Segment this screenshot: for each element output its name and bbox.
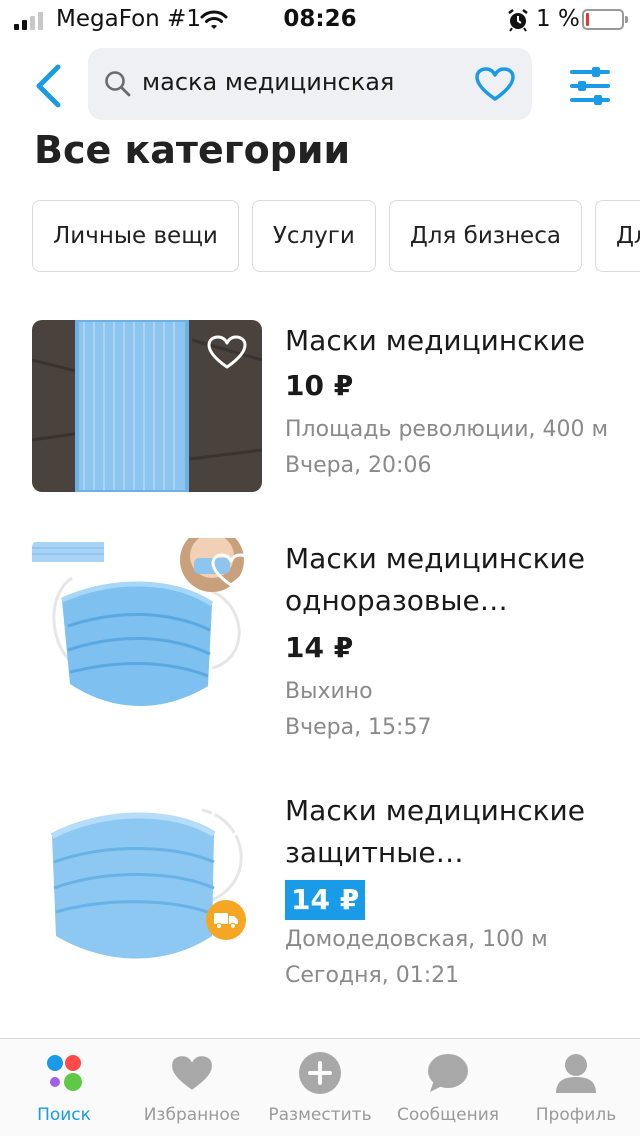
category-chip-services[interactable]: Услуги	[251, 200, 376, 272]
tab-bar: Поиск Избранное Разместить Сообщения Про…	[0, 1038, 640, 1136]
listing-title[interactable]: Маски медицинские защитные трехслойные	[285, 790, 615, 874]
tab-label: Избранное	[143, 1105, 241, 1125]
battery-percentage: 1 %	[536, 6, 580, 32]
tab-label: Поиск	[37, 1105, 91, 1125]
favorite-heart-icon[interactable]	[210, 552, 252, 588]
listing-location: Выхино	[285, 679, 373, 704]
favorite-heart-icon[interactable]	[210, 804, 252, 840]
page-title: Все категории	[34, 128, 351, 172]
chat-bubble-icon	[384, 1051, 512, 1095]
tab-label: Профиль	[535, 1105, 617, 1125]
listing-photo[interactable]	[32, 320, 262, 492]
listing-photo[interactable]	[32, 790, 262, 966]
listing-price: 10 ₽	[285, 369, 354, 402]
tab-label: Разместить	[268, 1105, 372, 1125]
listing-time: Сегодня, 01:21	[285, 963, 460, 988]
filter-sliders-icon	[570, 67, 610, 105]
listing-location: Площадь революции, 400 м	[285, 417, 609, 442]
battery-icon	[582, 9, 628, 30]
save-search-heart-icon[interactable]	[474, 66, 516, 102]
tab-favorites[interactable]: Избранное	[128, 1051, 256, 1125]
tab-search[interactable]: Поиск	[0, 1051, 128, 1125]
person-icon	[512, 1051, 640, 1095]
listing-info: Маски медицинские 10 ₽ Площадь революции…	[285, 320, 615, 484]
listing-price-highlighted: 14 ₽	[285, 880, 366, 920]
tab-label: Сообщения	[396, 1105, 500, 1125]
category-chips: Личные вещиУслугиДля бизнеса Для дома и д…	[32, 200, 640, 272]
listing-time: Вчера, 15:57	[285, 715, 432, 740]
listing-item[interactable]: Маски медицинские одноразовые фабричные …	[32, 538, 640, 740]
status-bar: MegaFon #1 08:26 1 %	[0, 0, 640, 40]
tab-messages[interactable]: Сообщения	[384, 1051, 512, 1125]
listing-location: Домодедовская, 100 м	[285, 927, 548, 952]
listing-item[interactable]: Маски медицинские 10 ₽ Площадь революции…	[32, 320, 640, 492]
tab-profile[interactable]: Профиль	[512, 1051, 640, 1125]
search-input[interactable]: маска медицинская	[88, 48, 532, 120]
category-chip-home[interactable]: Для дома и дачи	[594, 200, 640, 272]
listing-info: Маски медицинские защитные трехслойные 1…	[285, 790, 615, 994]
delivery-truck-icon	[206, 900, 246, 940]
category-chip-personal[interactable]: Личные вещи	[32, 200, 239, 272]
heart-icon	[128, 1051, 256, 1095]
listing-time: Вчера, 20:06	[285, 453, 432, 478]
search-dots-icon	[0, 1051, 128, 1095]
filter-button[interactable]	[566, 64, 614, 108]
tab-post[interactable]: Разместить	[256, 1051, 384, 1125]
listing-item[interactable]: Маски медицинские защитные трехслойные 1…	[32, 790, 640, 990]
listing-title[interactable]: Маски медицинские	[285, 320, 615, 362]
category-chip-business[interactable]: Для бизнеса	[388, 200, 582, 272]
search-icon	[105, 71, 131, 97]
favorite-heart-icon[interactable]	[206, 334, 248, 370]
alarm-clock-icon	[506, 8, 530, 36]
listing-title[interactable]: Маски медицинские одноразовые фабричные	[285, 538, 615, 622]
battery-level	[586, 13, 589, 26]
chevron-left-icon	[36, 64, 61, 108]
back-button[interactable]	[26, 60, 70, 112]
plus-circle-icon	[256, 1051, 384, 1095]
listing-price: 14 ₽	[285, 631, 354, 664]
listing-info: Маски медицинские одноразовые фабричные …	[285, 538, 615, 746]
search-query[interactable]: маска медицинская	[142, 68, 394, 96]
listing-photo[interactable]	[32, 538, 262, 714]
